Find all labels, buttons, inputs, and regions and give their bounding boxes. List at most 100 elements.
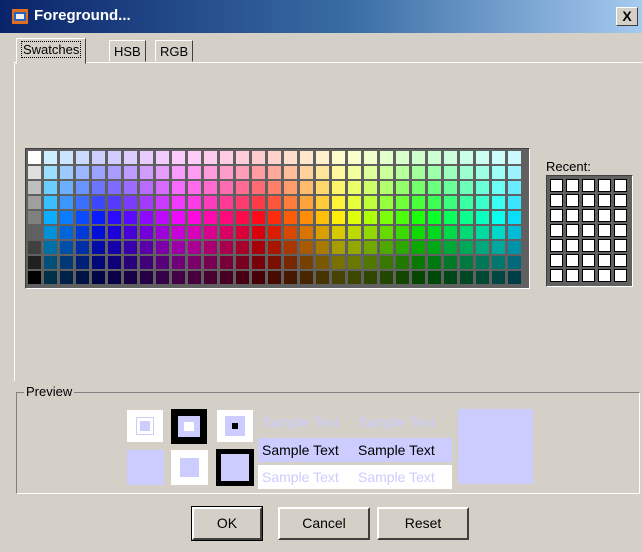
color-swatch[interactable]: [300, 211, 313, 224]
color-swatch[interactable]: [92, 211, 105, 224]
recent-swatch[interactable]: [566, 239, 579, 252]
color-swatch[interactable]: [508, 241, 521, 254]
color-swatch[interactable]: [92, 181, 105, 194]
recent-swatch[interactable]: [614, 224, 627, 237]
color-swatch[interactable]: [380, 241, 393, 254]
color-swatch[interactable]: [108, 166, 121, 179]
color-swatch[interactable]: [268, 196, 281, 209]
recent-swatch[interactable]: [598, 209, 611, 222]
color-swatch[interactable]: [60, 271, 73, 284]
color-swatch[interactable]: [156, 241, 169, 254]
recent-swatch[interactable]: [598, 254, 611, 267]
color-swatch[interactable]: [284, 271, 297, 284]
recent-swatch[interactable]: [566, 194, 579, 207]
color-swatch[interactable]: [204, 151, 217, 164]
color-swatch[interactable]: [396, 271, 409, 284]
color-swatch[interactable]: [236, 181, 249, 194]
color-swatch[interactable]: [204, 241, 217, 254]
color-swatch[interactable]: [364, 181, 377, 194]
color-swatch[interactable]: [492, 181, 505, 194]
recent-swatch[interactable]: [614, 269, 627, 282]
color-swatch[interactable]: [28, 151, 41, 164]
color-swatch[interactable]: [300, 271, 313, 284]
recent-swatch[interactable]: [566, 254, 579, 267]
color-swatch[interactable]: [364, 241, 377, 254]
color-swatch[interactable]: [492, 256, 505, 269]
color-swatch[interactable]: [460, 211, 473, 224]
color-swatch[interactable]: [332, 226, 345, 239]
recent-swatch[interactable]: [598, 269, 611, 282]
color-swatch[interactable]: [172, 256, 185, 269]
color-swatch[interactable]: [428, 226, 441, 239]
color-swatch[interactable]: [156, 226, 169, 239]
color-swatch[interactable]: [332, 166, 345, 179]
color-swatch[interactable]: [348, 151, 361, 164]
cancel-button[interactable]: Cancel: [278, 507, 370, 540]
recent-swatch[interactable]: [582, 254, 595, 267]
color-swatch[interactable]: [76, 166, 89, 179]
recent-swatch[interactable]: [566, 209, 579, 222]
color-swatch[interactable]: [476, 271, 489, 284]
color-swatch[interactable]: [220, 196, 233, 209]
color-swatch[interactable]: [428, 181, 441, 194]
color-swatch[interactable]: [284, 226, 297, 239]
color-swatch[interactable]: [380, 211, 393, 224]
color-swatch[interactable]: [316, 181, 329, 194]
color-swatch[interactable]: [348, 226, 361, 239]
color-swatch[interactable]: [252, 151, 265, 164]
color-swatch[interactable]: [428, 241, 441, 254]
recent-swatch[interactable]: [582, 224, 595, 237]
color-swatch[interactable]: [28, 181, 41, 194]
color-swatch[interactable]: [236, 151, 249, 164]
color-swatch[interactable]: [300, 166, 313, 179]
color-swatch[interactable]: [76, 271, 89, 284]
color-swatch[interactable]: [412, 256, 425, 269]
color-swatch[interactable]: [76, 181, 89, 194]
color-swatch[interactable]: [460, 256, 473, 269]
color-swatch[interactable]: [108, 256, 121, 269]
color-swatch[interactable]: [252, 271, 265, 284]
color-swatch[interactable]: [220, 256, 233, 269]
color-swatch[interactable]: [332, 211, 345, 224]
color-swatch[interactable]: [412, 241, 425, 254]
color-swatch[interactable]: [252, 241, 265, 254]
color-swatch[interactable]: [364, 151, 377, 164]
recent-swatch[interactable]: [550, 209, 563, 222]
color-swatch[interactable]: [252, 226, 265, 239]
color-swatch[interactable]: [268, 211, 281, 224]
color-swatch[interactable]: [492, 226, 505, 239]
color-swatch[interactable]: [492, 166, 505, 179]
color-swatch[interactable]: [108, 211, 121, 224]
color-swatch[interactable]: [92, 241, 105, 254]
color-swatch[interactable]: [124, 181, 137, 194]
tab-hsb[interactable]: HSB: [109, 40, 146, 62]
recent-swatch[interactable]: [550, 254, 563, 267]
color-swatch[interactable]: [348, 196, 361, 209]
color-swatch[interactable]: [236, 211, 249, 224]
color-swatch[interactable]: [476, 181, 489, 194]
color-swatch[interactable]: [204, 211, 217, 224]
color-swatch[interactable]: [188, 256, 201, 269]
recent-swatch[interactable]: [614, 194, 627, 207]
color-swatch[interactable]: [44, 256, 57, 269]
color-swatch[interactable]: [444, 196, 457, 209]
color-swatch[interactable]: [76, 241, 89, 254]
color-swatch[interactable]: [444, 181, 457, 194]
color-swatch[interactable]: [172, 151, 185, 164]
color-swatch[interactable]: [60, 226, 73, 239]
color-swatch[interactable]: [492, 151, 505, 164]
color-swatch[interactable]: [28, 256, 41, 269]
color-swatch[interactable]: [444, 211, 457, 224]
color-swatch[interactable]: [172, 271, 185, 284]
color-swatch[interactable]: [332, 151, 345, 164]
swatch-grid[interactable]: [25, 148, 530, 289]
color-swatch[interactable]: [108, 151, 121, 164]
color-swatch[interactable]: [108, 181, 121, 194]
color-swatch[interactable]: [92, 226, 105, 239]
color-swatch[interactable]: [508, 151, 521, 164]
recent-swatch[interactable]: [550, 239, 563, 252]
color-swatch[interactable]: [444, 151, 457, 164]
color-swatch[interactable]: [348, 241, 361, 254]
color-swatch[interactable]: [284, 166, 297, 179]
color-swatch[interactable]: [508, 166, 521, 179]
